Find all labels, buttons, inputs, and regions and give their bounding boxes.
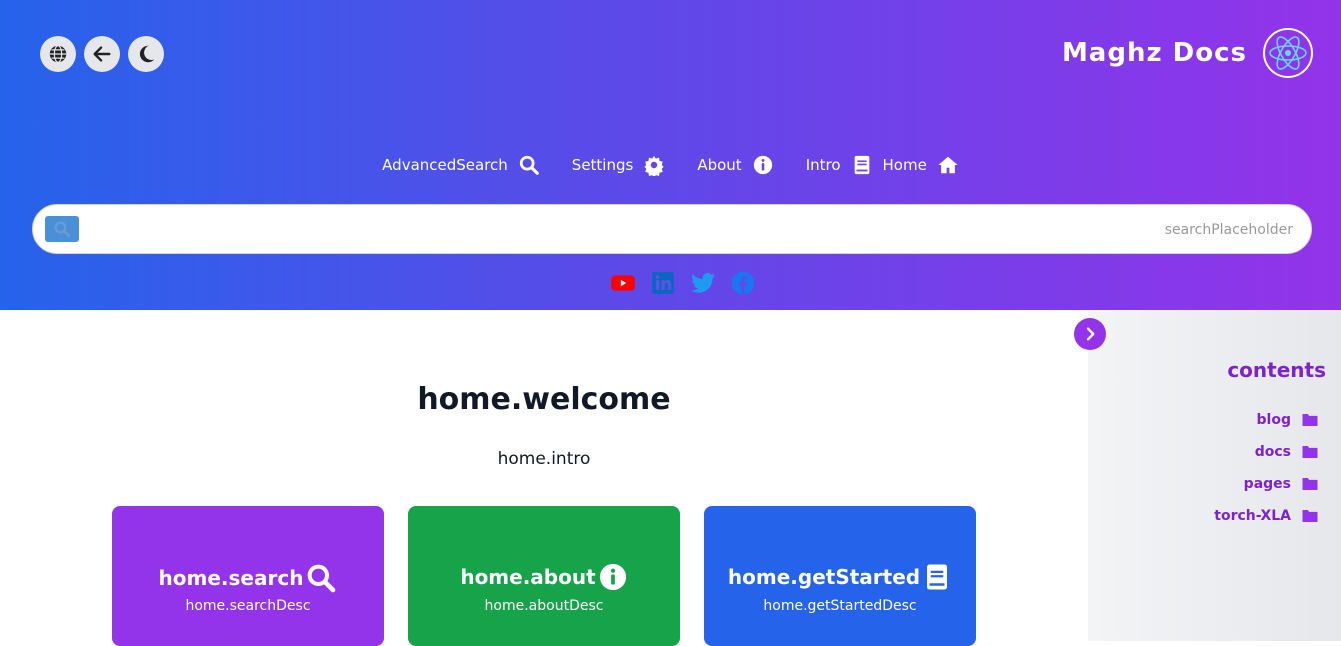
card-title: home.about bbox=[460, 565, 596, 589]
info-icon bbox=[599, 563, 626, 591]
social-links bbox=[610, 270, 756, 296]
dark-mode-button[interactable] bbox=[128, 36, 164, 72]
search-submit-button[interactable] bbox=[45, 216, 79, 242]
card-description: home.searchDesc bbox=[185, 598, 311, 614]
card-title: home.search bbox=[158, 566, 304, 590]
folder-icon bbox=[1302, 478, 1318, 490]
sidebar-item-blog[interactable]: blog bbox=[1214, 404, 1319, 436]
react-logo-icon bbox=[1263, 28, 1313, 78]
nav-advanced-search[interactable]: AdvancedSearch bbox=[382, 154, 540, 176]
language-button[interactable] bbox=[40, 36, 76, 72]
twitter-icon[interactable] bbox=[690, 270, 716, 296]
facebook-icon[interactable] bbox=[730, 270, 756, 296]
linkedin-icon[interactable] bbox=[650, 270, 676, 296]
search-card[interactable]: home.search home.searchDesc bbox=[112, 506, 384, 646]
search-input[interactable] bbox=[93, 213, 1293, 247]
card-description: home.aboutDesc bbox=[484, 598, 604, 614]
page-title: home.welcome bbox=[417, 382, 671, 417]
nav-intro[interactable]: Intro bbox=[806, 154, 873, 176]
page-intro: home.intro bbox=[497, 449, 591, 469]
nav-label: AdvancedSearch bbox=[382, 156, 508, 174]
about-card[interactable]: home.about home.aboutDesc bbox=[408, 506, 680, 646]
search-bar bbox=[32, 204, 1312, 254]
brand[interactable]: Maghz Docs bbox=[1062, 28, 1313, 78]
sidebar-item-docs[interactable]: docs bbox=[1214, 436, 1319, 468]
search-icon bbox=[54, 221, 71, 238]
nav-label: Home bbox=[882, 156, 927, 174]
nav-about[interactable]: About bbox=[697, 154, 773, 176]
sidebar-item-label: pages bbox=[1243, 476, 1291, 492]
folder-icon bbox=[1302, 446, 1318, 458]
info-icon bbox=[753, 155, 772, 175]
nav-label: Intro bbox=[805, 156, 841, 174]
chevron-right-icon bbox=[1086, 327, 1095, 341]
moon-icon bbox=[139, 45, 155, 63]
header: Maghz Docs AdvancedSearch Settings About… bbox=[0, 0, 1341, 310]
folder-icon bbox=[1302, 414, 1318, 426]
sidebar-item-pages[interactable]: pages bbox=[1214, 468, 1319, 500]
youtube-icon[interactable] bbox=[610, 270, 636, 296]
back-button[interactable] bbox=[84, 36, 120, 72]
book-icon bbox=[927, 564, 948, 590]
sidebar: contents blog docs pages torch-XLA bbox=[1088, 310, 1341, 641]
globe-icon bbox=[49, 45, 67, 63]
content-tree: blog docs pages torch-XLA bbox=[1214, 404, 1319, 532]
nav-label: About bbox=[697, 156, 742, 174]
search-icon bbox=[519, 155, 539, 175]
arrow-left-icon bbox=[93, 46, 111, 62]
sidebar-item-label: torch-XLA bbox=[1214, 508, 1291, 524]
folder-icon bbox=[1302, 510, 1318, 522]
main-nav: AdvancedSearch Settings About Intro Home bbox=[0, 154, 1341, 176]
card-header: home.getStarted bbox=[704, 562, 976, 592]
card-header: home.about bbox=[408, 562, 680, 592]
nav-home[interactable]: Home bbox=[883, 154, 959, 176]
sidebar-item-torch-xla[interactable]: torch-XLA bbox=[1214, 500, 1319, 532]
nav-label: Settings bbox=[571, 156, 634, 174]
get-started-card[interactable]: home.getStarted home.getStartedDesc bbox=[704, 506, 976, 646]
site-title: Maghz Docs bbox=[1061, 38, 1247, 68]
card-description: home.getStartedDesc bbox=[763, 598, 917, 614]
sidebar-item-label: docs bbox=[1254, 444, 1291, 460]
card-title: home.getStarted bbox=[727, 565, 921, 589]
card-header: home.search bbox=[112, 562, 384, 594]
home-icon bbox=[938, 156, 958, 174]
gear-icon bbox=[644, 155, 664, 176]
sidebar-toggle-button[interactable] bbox=[1074, 318, 1106, 350]
search-icon bbox=[308, 564, 336, 593]
book-icon bbox=[854, 155, 869, 175]
nav-settings[interactable]: Settings bbox=[572, 154, 666, 176]
sidebar-title: contents bbox=[1227, 358, 1326, 382]
sidebar-item-label: blog bbox=[1256, 412, 1291, 428]
